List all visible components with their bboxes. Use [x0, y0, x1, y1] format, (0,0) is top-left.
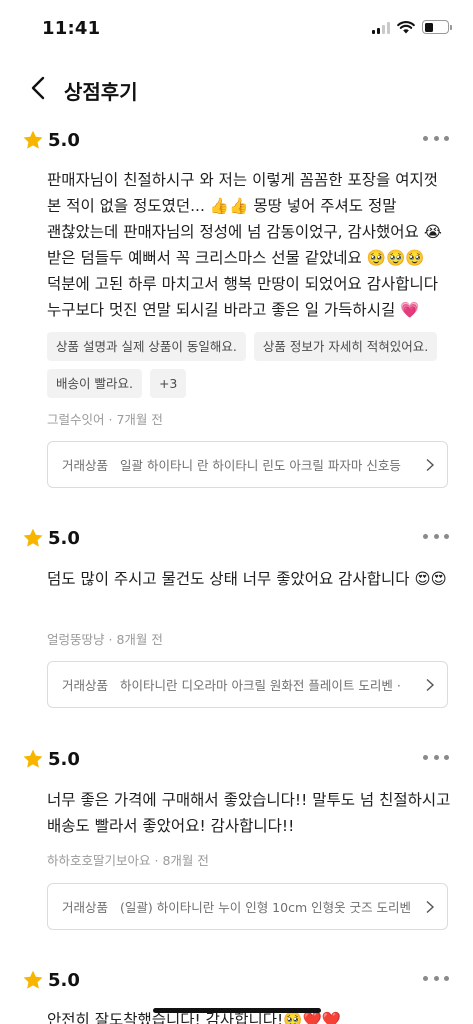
- review-author: 얼렁뚱땅냥: [47, 632, 105, 647]
- wifi-icon: [397, 21, 415, 34]
- product-name: 하이타니란 디오라마 아크릴 원화전 플레이트 도리벤 ·: [120, 678, 401, 693]
- review-time: 8개월 전: [162, 853, 209, 868]
- status-bar: 11:41: [0, 0, 473, 58]
- review-text: 덤도 많이 주시고 물건도 상태 너무 좋았어요 감사합니다 😍😍: [47, 570, 447, 588]
- rating-score: 5.0: [48, 969, 80, 991]
- more-options-icon[interactable]: [423, 976, 449, 986]
- product-name: (일괄) 하이타니란 누이 인형 10cm 인형옷 굿즈 도리벤: [120, 900, 412, 915]
- review-time: 8개월 전: [116, 632, 163, 647]
- more-options-icon[interactable]: [423, 755, 449, 765]
- review-meta: 그럴수잇어 · 7개월 전: [47, 409, 163, 428]
- more-options-icon[interactable]: [423, 136, 449, 146]
- star-icon: [23, 528, 43, 547]
- review-tags: 상품 설명과 실제 상품이 동일해요. 상품 정보가 자세히 적혀있어요. 배송…: [47, 332, 447, 398]
- back-arrow-icon[interactable]: [26, 72, 54, 104]
- review-tag: 상품 정보가 자세히 적혀있어요.: [253, 332, 438, 361]
- traded-product-link[interactable]: 거래상품 일괄 하이타니 란 하이타니 린도 아크릴 파자마 신호등: [47, 441, 448, 488]
- star-icon: [23, 130, 43, 149]
- review-item: 5.0 판매자님이 친절하시구 와 저는 이렇게 꼼꼼한 포장을 여지껏 본 적…: [0, 127, 473, 507]
- review-text: 너무 좋은 가격에 구매해서 좋았습니다!! 말투도 넘 친절하시고 배송도 빨…: [47, 791, 451, 835]
- more-options-icon[interactable]: [423, 534, 449, 544]
- rating: 5.0: [22, 746, 80, 772]
- review-author: 하하호호딸기보아요: [47, 853, 151, 868]
- chevron-right-icon: [426, 678, 435, 691]
- status-icons: [372, 20, 452, 34]
- review-text: 판매자님이 친절하시구 와 저는 이렇게 꼼꼼한 포장을 여지껏 본 적이 없을…: [47, 171, 442, 319]
- star-icon: [23, 749, 43, 768]
- rating-score: 5.0: [48, 748, 80, 770]
- traded-product-link[interactable]: 거래상품 하이타니란 디오라마 아크릴 원화전 플레이트 도리벤 ·: [47, 661, 448, 708]
- review-item: 5.0 너무 좋은 가격에 구매해서 좋았습니다!! 말투도 넘 친절하시고 배…: [0, 746, 473, 936]
- chevron-right-icon: [426, 900, 435, 913]
- review-item: 5.0 안전히 잘도착했습니다! 감사합니다!🥹❤️❤️: [0, 967, 473, 1024]
- more-tags-badge[interactable]: +3: [149, 369, 187, 398]
- traded-product-link[interactable]: 거래상품 (일괄) 하이타니란 누이 인형 10cm 인형옷 굿즈 도리벤: [47, 883, 448, 930]
- page-title: 상점후기: [64, 80, 138, 104]
- review-item: 5.0 덤도 많이 주시고 물건도 상태 너무 좋았어요 감사합니다 😍😍 얼렁…: [0, 525, 473, 715]
- chevron-right-icon: [426, 458, 435, 471]
- review-meta: 하하호호딸기보아요 · 8개월 전: [47, 850, 209, 869]
- header: 상점후기: [0, 64, 473, 112]
- cellular-signal-icon: [372, 21, 390, 34]
- rating-score: 5.0: [48, 527, 80, 549]
- review-author: 그럴수잇어: [47, 412, 105, 427]
- battery-icon: [422, 20, 452, 34]
- review-time: 7개월 전: [116, 412, 163, 427]
- product-label: 거래상품: [62, 678, 109, 693]
- home-indicator: [153, 1008, 321, 1013]
- star-icon: [23, 970, 43, 989]
- product-label: 거래상품: [62, 900, 109, 915]
- rating-score: 5.0: [48, 129, 80, 151]
- battery-level: [424, 22, 434, 32]
- rating: 5.0: [22, 127, 80, 153]
- product-name: 일괄 하이타니 란 하이타니 린도 아크릴 파자마 신호등: [120, 458, 401, 473]
- review-tag: 배송이 빨라요.: [47, 369, 142, 398]
- rating: 5.0: [22, 967, 80, 993]
- status-time: 11:41: [42, 18, 101, 39]
- review-meta: 얼렁뚱땅냥 · 8개월 전: [47, 629, 163, 648]
- rating: 5.0: [22, 525, 80, 551]
- product-label: 거래상품: [62, 458, 109, 473]
- review-tag: 상품 설명과 실제 상품이 동일해요.: [47, 332, 246, 361]
